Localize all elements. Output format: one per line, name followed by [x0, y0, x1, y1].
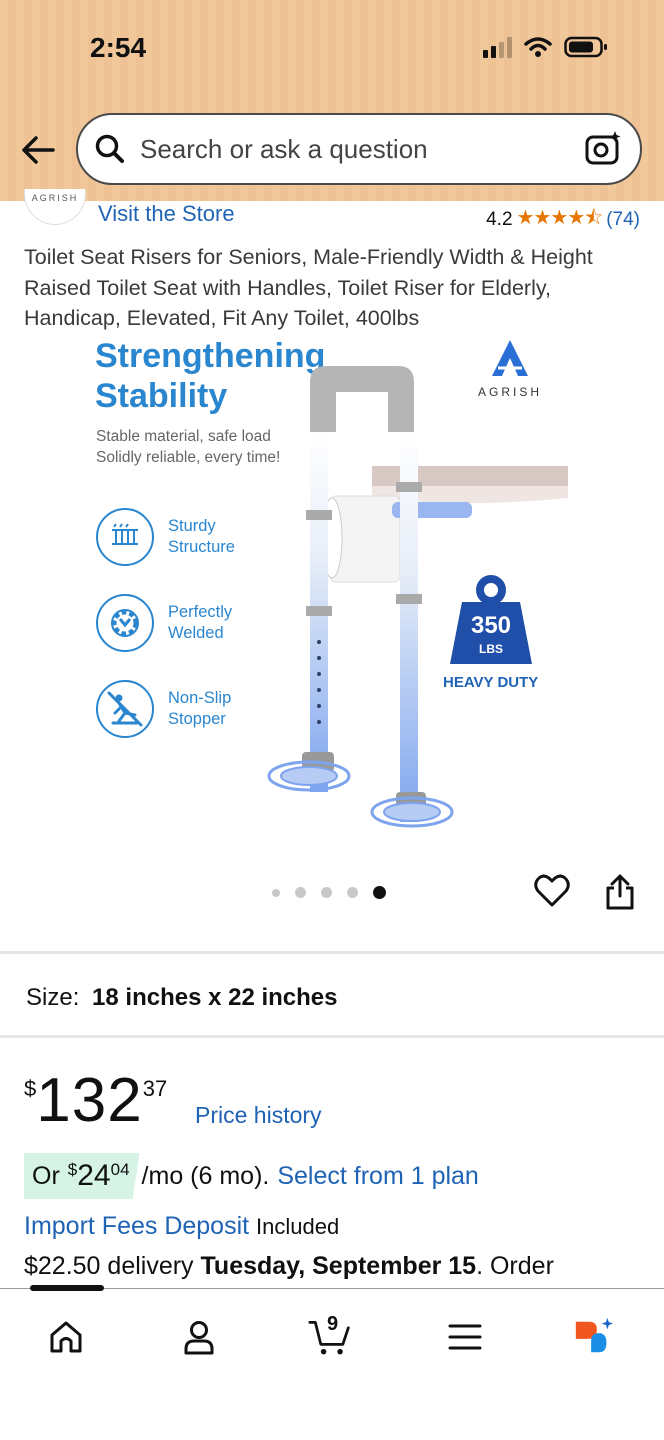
share-icon[interactable]: [604, 874, 636, 910]
slip-icon: [96, 680, 154, 738]
price-history-link[interactable]: Price history: [195, 1102, 322, 1129]
home-icon: [50, 1321, 82, 1353]
price-currency: $: [24, 1076, 37, 1101]
heavy-duty-label: HEAVY DUTY: [443, 674, 539, 691]
carousel-dots[interactable]: [272, 886, 386, 899]
feature-sturdy: Sturdy Structure: [96, 508, 235, 566]
search-bar[interactable]: Search or ask a question: [76, 113, 642, 185]
divider: [0, 1035, 664, 1038]
wifi-icon: [524, 37, 552, 57]
product-image[interactable]: Strengthening Stability Stable material,…: [0, 332, 664, 842]
feature-label: Structure: [168, 538, 235, 556]
weight-value: 350: [470, 612, 512, 639]
carousel-dot[interactable]: [272, 888, 280, 897]
import-fees-status: Included: [256, 1214, 340, 1239]
signal-icon: [483, 36, 512, 58]
price: $ 132 37: [24, 1066, 167, 1136]
menu-icon: [448, 1324, 482, 1350]
carousel-dot[interactable]: [295, 887, 306, 898]
feature-welded: Perfectly Welded: [96, 594, 232, 652]
product-title: Toilet Seat Risers for Seniors, Male-Fri…: [24, 245, 593, 330]
status-icons: [483, 36, 608, 58]
agrish-logo: AGRISH: [470, 338, 550, 399]
weight-unit: LBS: [479, 642, 503, 656]
image-subtitle: Stable material, safe load Solidly relia…: [96, 426, 280, 468]
price-fraction: 37: [142, 1076, 168, 1101]
store-row: AGRISH Visit the Store 4.2 ★★★★⯪ (74): [0, 189, 664, 231]
search-input[interactable]: Search or ask a question: [140, 134, 584, 165]
delivery-suffix: . Order: [476, 1252, 554, 1280]
size-label: Size:: [26, 984, 80, 1011]
feature-label: Welded: [168, 624, 224, 642]
import-fees-link[interactable]: Import Fees Deposit: [24, 1212, 249, 1240]
brand-logo-text: AGRISH: [31, 193, 79, 203]
size-selector[interactable]: Size: 18 inches x 22 inches: [26, 984, 338, 1012]
battery-icon: [564, 36, 607, 58]
image-sub-2: Solidly reliable, every time!: [96, 449, 281, 466]
nav-menu[interactable]: [443, 1315, 487, 1359]
rufus-icon: [575, 1317, 614, 1353]
agrish-brand-text: AGRISH: [477, 385, 542, 399]
delivery-info: $22.50 delivery Tuesday, September 15. O…: [24, 1252, 554, 1281]
agrish-logo-icon: [492, 340, 528, 376]
nav-cart[interactable]: 9: [308, 1313, 352, 1359]
cart-count: 9: [327, 1313, 339, 1335]
size-value: 18 inches x 22 inches: [92, 984, 338, 1011]
price-whole: 132: [36, 1066, 143, 1135]
installment-whole: 24: [77, 1159, 111, 1192]
status-time: 2:54: [90, 32, 147, 63]
select-plan-link[interactable]: Select from 1 plan: [277, 1162, 479, 1191]
rating[interactable]: 4.2 ★★★★⯪ (74): [486, 203, 640, 237]
carousel-dot-active[interactable]: [373, 886, 386, 899]
feature-nonslip: Non-Slip Stopper: [96, 680, 231, 738]
weight-badge: 350 LBS: [448, 574, 534, 666]
installment-row: Or $ 24 04 /mo (6 mo). Select from 1 pla…: [24, 1152, 479, 1200]
camera-lens-icon[interactable]: [584, 129, 624, 169]
feature-label: Perfectly: [168, 603, 233, 621]
star-rating-icon: ★★★★⯪: [516, 207, 604, 229]
feature-label: Sturdy: [168, 517, 216, 535]
nav-home[interactable]: [44, 1315, 88, 1359]
visit-store-link[interactable]: Visit the Store: [98, 201, 235, 227]
active-tab-indicator: [30, 1285, 104, 1291]
installment-badge: Or $ 24 04: [24, 1153, 140, 1199]
divider: [0, 951, 664, 954]
heart-icon[interactable]: [534, 874, 570, 908]
image-sub-1: Stable material, safe load: [96, 428, 271, 445]
carousel-dot[interactable]: [347, 887, 358, 898]
rating-value: 4.2: [486, 209, 513, 230]
carousel-dot[interactable]: [321, 887, 332, 898]
feature-label: Non-Slip: [168, 689, 232, 707]
delivery-date: Tuesday, September 15: [200, 1252, 477, 1280]
installment-fraction: 04: [110, 1160, 130, 1179]
review-count[interactable]: (74): [606, 209, 640, 231]
installment-term: /mo (6 mo).: [141, 1161, 270, 1190]
installment-currency: $: [67, 1160, 78, 1179]
bottom-nav: 9: [0, 1285, 664, 1440]
delivery-amount: $22.50 delivery: [24, 1252, 194, 1280]
account-icon: [184, 1321, 214, 1355]
search-icon: [95, 134, 124, 163]
header: 2:54 Search or ask a question: [0, 0, 664, 201]
brand-logo[interactable]: AGRISH: [24, 189, 86, 225]
feature-label: Stopper: [168, 710, 226, 728]
nav-rufus[interactable]: [572, 1315, 616, 1359]
spring-icon: [96, 508, 154, 566]
back-arrow-icon[interactable]: [20, 132, 56, 168]
import-fees: Import Fees Deposit Included: [24, 1212, 339, 1241]
nav-account[interactable]: [177, 1315, 221, 1359]
installment-prefix: Or: [32, 1161, 60, 1190]
gear-icon: [96, 594, 154, 652]
